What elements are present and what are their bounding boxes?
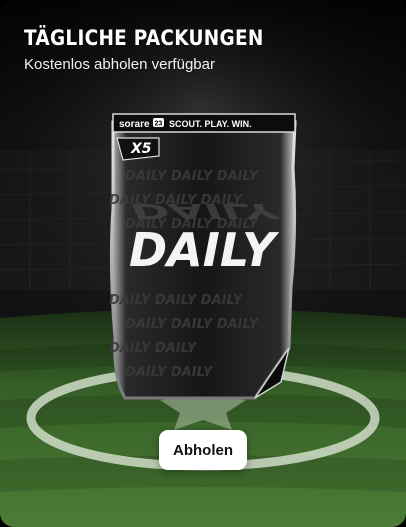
claim-button[interactable]: Abholen <box>159 430 247 470</box>
pack-quantity: X5 <box>130 141 152 157</box>
svg-text:DAILY DAILY: DAILY DAILY <box>109 341 198 356</box>
pack-brand-badge: 23 <box>155 121 163 128</box>
svg-text:DAILY DAILY DAILY: DAILY DAILY DAILY <box>125 169 260 184</box>
card-title: TÄGLICHE PACKUNGEN <box>24 26 264 50</box>
svg-text:DAILY DAILY: DAILY DAILY <box>125 365 214 380</box>
card-subtitle: Kostenlos abholen verfügbar <box>24 56 215 73</box>
pack-brand: sorare <box>119 119 150 130</box>
pack-slogan: SCOUT. PLAY. WIN. <box>169 119 252 129</box>
daily-pack-image: sorare 23 SCOUT. PLAY. WIN. X5 DAILY DAI… <box>109 113 297 400</box>
svg-text:DAILY DAILY DAILY: DAILY DAILY DAILY <box>125 317 260 332</box>
svg-text:DAILY DAILY DAILY: DAILY DAILY DAILY <box>109 293 244 308</box>
daily-packs-card: TÄGLICHE PACKUNGEN Kostenlos abholen ver… <box>0 0 406 527</box>
pack-name: DAILY <box>129 223 280 277</box>
card-header: TÄGLICHE PACKUNGEN Kostenlos abholen ver… <box>24 26 386 74</box>
svg-text:DAILY: DAILY <box>131 199 281 223</box>
